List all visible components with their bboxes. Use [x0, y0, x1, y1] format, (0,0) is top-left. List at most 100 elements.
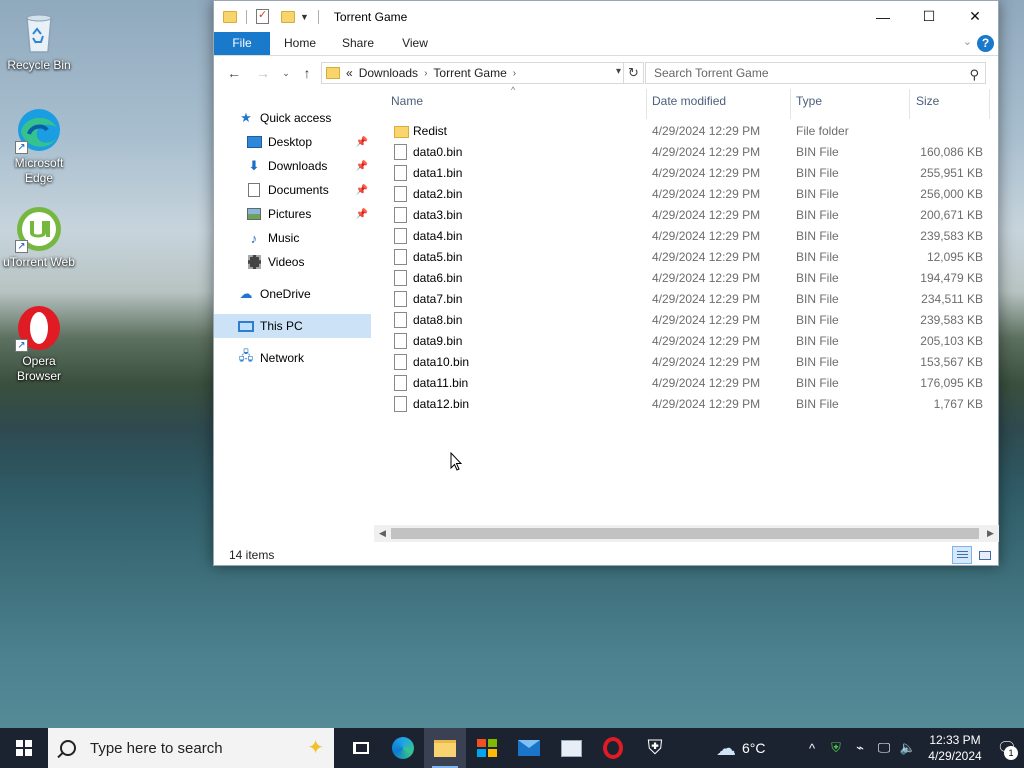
file-explorer-window: ▼ Torrent Game — ☐ ✕ File Home Share Vie… [213, 0, 999, 566]
breadcrumb-overflow[interactable]: « [346, 66, 353, 80]
weather-widget[interactable]: ☁ 6°C [716, 736, 766, 761]
breadcrumb-separator-icon[interactable]: › [424, 68, 427, 79]
column-divider[interactable] [989, 89, 990, 119]
volume-muted-icon[interactable]: 🔈 [896, 740, 920, 756]
notification-center-button[interactable]: 🗨 1 [990, 738, 1024, 760]
forward-arrow-icon[interactable]: → [254, 63, 272, 83]
desktop-icon-opera-browser[interactable]: ↗ Opera Browser [0, 304, 78, 384]
table-row[interactable]: data9.bin 4/29/2024 12:29 PM BIN File 205,1… [379, 331, 999, 352]
table-row[interactable]: data4.bin 4/29/2024 12:29 PM BIN File 239,5… [379, 226, 999, 247]
table-row[interactable]: data5.bin 4/29/2024 12:29 PM BIN File 12,09… [379, 247, 999, 268]
taskbar-edge-button[interactable] [382, 728, 424, 768]
taskbar-mail-button[interactable] [508, 728, 550, 768]
taskbar-store-button[interactable] [466, 728, 508, 768]
desktop-icon-recycle-bin[interactable]: Recycle Bin [0, 8, 78, 73]
minimize-button[interactable]: — [860, 1, 906, 32]
close-button[interactable]: ✕ [952, 1, 998, 32]
file-name: data7.bin [413, 292, 463, 306]
table-row[interactable]: data1.bin 4/29/2024 12:29 PM BIN File 255,9… [379, 163, 999, 184]
sidebar-item-onedrive[interactable]: ☁ OneDrive [214, 282, 371, 306]
security-status-icon[interactable]: ⛨ [824, 740, 848, 756]
horizontal-scrollbar[interactable]: ◀ ▶ [374, 525, 999, 542]
sidebar-item-network[interactable]: 🖧 Network [214, 346, 371, 370]
column-header-size[interactable]: Size [916, 94, 939, 112]
table-row[interactable]: data7.bin 4/29/2024 12:29 PM BIN File 234,5… [379, 289, 999, 310]
sidebar-item-downloads[interactable]: ⬇ Downloads 📌 [214, 154, 371, 178]
task-view-button[interactable] [340, 728, 382, 768]
breadcrumb-separator-icon[interactable]: › [513, 68, 516, 79]
breadcrumb-downloads[interactable]: Downloads [359, 66, 418, 80]
table-row[interactable]: data12.bin 4/29/2024 12:29 PM BIN File 1,76… [379, 394, 999, 415]
tab-view[interactable]: View [394, 32, 436, 55]
sidebar-item-quick-access[interactable]: ★ Quick access [214, 106, 371, 130]
refresh-icon[interactable]: ↻ [623, 63, 643, 83]
help-button[interactable]: ? [977, 35, 994, 52]
scrollbar-thumb[interactable] [391, 528, 979, 539]
table-row[interactable]: data11.bin 4/29/2024 12:29 PM BIN File 176,… [379, 373, 999, 394]
file-type: BIN File [796, 376, 839, 390]
table-row[interactable]: data0.bin 4/29/2024 12:29 PM BIN File 160,0… [379, 142, 999, 163]
sidebar-item-music[interactable]: ♪ Music [214, 226, 371, 250]
table-row[interactable]: data10.bin 4/29/2024 12:29 PM BIN File 153,… [379, 352, 999, 373]
column-header-date-modified[interactable]: Date modified [652, 94, 726, 112]
properties-icon[interactable] [256, 8, 269, 24]
file-size: 200,671 KB [920, 208, 983, 222]
sidebar-item-videos[interactable]: Videos [214, 250, 371, 274]
table-row[interactable]: data2.bin 4/29/2024 12:29 PM BIN File 256,0… [379, 184, 999, 205]
scroll-left-icon[interactable]: ◀ [374, 525, 391, 542]
sidebar-item-documents[interactable]: Documents 📌 [214, 178, 371, 202]
tab-file[interactable]: File [214, 32, 270, 55]
start-button[interactable] [0, 728, 48, 768]
scroll-right-icon[interactable]: ▶ [982, 525, 999, 542]
tab-share[interactable]: Share [335, 32, 381, 55]
sidebar-item-desktop[interactable]: Desktop 📌 [214, 130, 371, 154]
expand-ribbon-chevron-icon[interactable]: ⌄ [963, 35, 972, 48]
taskbar-opera-button[interactable] [592, 728, 634, 768]
details-view-button[interactable] [952, 546, 972, 564]
address-history-chevron-icon[interactable]: ▾ [616, 66, 621, 77]
status-bar: 14 items [214, 544, 998, 566]
search-highlights-icon[interactable]: ✦ [307, 735, 324, 760]
desktop-icon-utorrent-web[interactable]: ↗ uTorrent Web [0, 205, 78, 270]
new-folder-icon[interactable] [281, 10, 295, 23]
sidebar-item-label: Desktop [268, 135, 313, 149]
column-header-type[interactable]: Type [796, 94, 822, 112]
taskbar-news-button[interactable] [550, 728, 592, 768]
title-bar[interactable]: ▼ Torrent Game — ☐ ✕ [214, 1, 998, 32]
sidebar-item-this-pc[interactable]: This PC [214, 314, 371, 338]
table-row[interactable]: Redist 4/29/2024 12:29 PM File folder [379, 121, 999, 142]
recent-locations-chevron-icon[interactable]: ⌄ [277, 63, 295, 83]
column-divider[interactable] [790, 89, 791, 119]
table-row[interactable]: data3.bin 4/29/2024 12:29 PM BIN File 200,6… [379, 205, 999, 226]
network-icon[interactable]: 🖵 [872, 740, 896, 756]
show-hidden-icons-chevron-icon[interactable]: ^ [800, 741, 824, 756]
column-divider[interactable] [909, 89, 910, 119]
pin-icon[interactable]: 📌 [356, 185, 368, 196]
pin-icon[interactable]: 📌 [356, 137, 368, 148]
taskbar-security-button[interactable]: ⛨ [634, 728, 676, 768]
breadcrumb-torrent-game[interactable]: Torrent Game [433, 66, 506, 80]
customize-toolbar-chevron-icon[interactable]: ▼ [300, 12, 309, 22]
search-input[interactable]: Search Torrent Game ⚲ [645, 62, 986, 84]
up-arrow-icon[interactable]: ↑ [298, 63, 316, 83]
desktop-icon-microsoft-edge[interactable]: ↗ Microsoft Edge [0, 106, 78, 186]
network-disconnected-icon[interactable]: ⌁ [848, 740, 872, 756]
maximize-button[interactable]: ☐ [906, 1, 952, 32]
pin-icon[interactable]: 📌 [356, 161, 368, 172]
pin-icon[interactable]: 📌 [356, 209, 368, 220]
file-icon [394, 186, 407, 202]
large-icons-view-button[interactable] [974, 546, 994, 564]
back-arrow-icon[interactable]: ← [225, 63, 243, 83]
column-header-name[interactable]: Name [391, 94, 423, 112]
edge-icon: ↗ [15, 106, 63, 154]
tab-home[interactable]: Home [276, 32, 324, 55]
column-divider[interactable] [646, 89, 647, 119]
taskbar-file-explorer-button[interactable] [424, 728, 466, 768]
taskbar-search-box[interactable]: Type here to search ✦ [48, 728, 334, 768]
table-row[interactable]: data8.bin 4/29/2024 12:29 PM BIN File 239,5… [379, 310, 999, 331]
table-row[interactable]: data6.bin 4/29/2024 12:29 PM BIN File 194,4… [379, 268, 999, 289]
address-bar[interactable]: « Downloads › Torrent Game › ▾ ↻ [321, 62, 644, 84]
sidebar-item-pictures[interactable]: Pictures 📌 [214, 202, 371, 226]
clock-date: 4/29/2024 [928, 749, 982, 763]
clock[interactable]: 12:33 PM 4/29/2024 [920, 732, 990, 764]
